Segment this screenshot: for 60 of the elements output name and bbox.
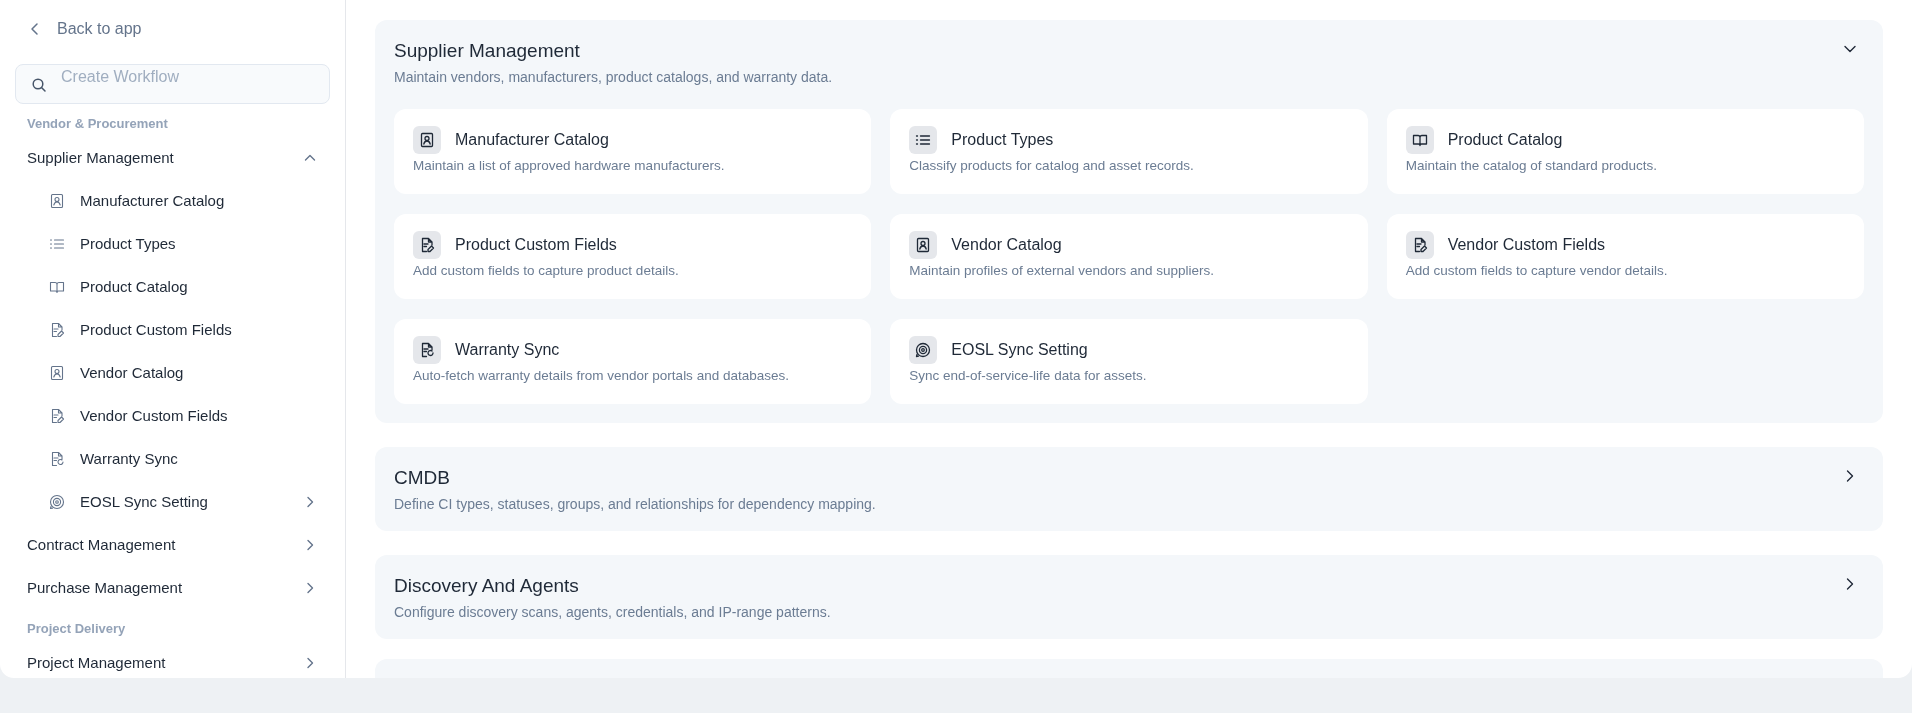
book-icon xyxy=(1405,126,1434,154)
search-field[interactable]: Create Workflow xyxy=(15,64,330,104)
contact-card-icon xyxy=(49,364,65,381)
feature-tile[interactable]: Warranty Sync Auto-fetch warranty details from vendor portals and databases. xyxy=(394,319,872,404)
tile-title: Product Types xyxy=(951,131,1054,149)
nav-subitem[interactable]: Manufacturer Catalog xyxy=(15,179,330,222)
feature-tile[interactable]: Manufacturer Catalog Maintain a list of approved hardware manufacturers. xyxy=(394,109,872,194)
tile-description: Add custom fields to capture vendor details. xyxy=(1405,263,1669,278)
tile-title: Product Catalog xyxy=(1447,131,1563,149)
file-edit-icon xyxy=(49,321,65,338)
tile-description: Add custom fields to capture product details. xyxy=(413,263,680,278)
nav-subitem[interactable]: EOSL Sync Setting xyxy=(15,480,330,523)
contact-card-icon xyxy=(909,231,938,259)
group-heading: Vendor & Procurement xyxy=(26,115,169,133)
tile-title: Product Custom Fields xyxy=(455,236,617,254)
tile-title: Vendor Catalog xyxy=(951,236,1062,254)
section-title: Discovery And Agents xyxy=(394,574,580,598)
file-sync-icon xyxy=(413,336,441,364)
nav-subitem[interactable]: Product Custom Fields xyxy=(15,308,330,351)
feature-tile[interactable]: Product Types Classify products for catalog and asset records. xyxy=(890,109,1368,194)
section-description: Configure discovery scans, agents, credentials, and IP-range patterns. xyxy=(394,604,831,620)
file-edit-icon xyxy=(413,231,441,259)
nav-subitem[interactable]: Product Catalog xyxy=(15,265,330,308)
tile-description: Classify products for catalog and asset records. xyxy=(909,158,1195,173)
feature-tile[interactable]: EOSL Sync Setting Sync end-of-service-life data for assets. xyxy=(890,319,1368,404)
tile-title: Vendor Custom Fields xyxy=(1447,236,1606,254)
tile-title: Manufacturer Catalog xyxy=(455,131,609,149)
section-title: Supplier Management xyxy=(394,39,581,63)
nav-subitem[interactable]: Vendor Catalog xyxy=(15,351,330,394)
tile-title: EOSL Sync Setting xyxy=(951,341,1088,359)
gear-sync-icon xyxy=(909,336,938,364)
list-icon xyxy=(909,126,938,154)
group-heading: Project Delivery xyxy=(26,620,127,638)
tile-description: Maintain profiles of external vendors and suppliers. xyxy=(909,263,1215,278)
nav-item[interactable]: Purchase Management xyxy=(15,566,330,609)
nav-subitem[interactable]: Product Types xyxy=(15,222,330,265)
nav-subitem[interactable]: Warranty Sync xyxy=(15,437,330,480)
tile-description: Maintain a list of approved hardware manufacturers. xyxy=(413,158,726,173)
nav-item[interactable]: Contract Management xyxy=(15,523,330,566)
back-link[interactable]: Back to app xyxy=(15,18,330,40)
file-sync-icon xyxy=(49,450,65,467)
tile-title: Warranty Sync xyxy=(455,341,560,359)
contact-card-icon xyxy=(413,126,441,154)
feature-tile[interactable]: Vendor Catalog Maintain profiles of external vendors and suppliers. xyxy=(890,214,1368,299)
tile-description: Sync end-of-service-life data for assets. xyxy=(909,368,1148,383)
nav-item[interactable]: Supplier Management xyxy=(15,136,330,179)
section-description: Maintain vendors, manufacturers, product catalogs, and warranty data. xyxy=(394,69,833,85)
section-title: CMDB xyxy=(394,466,451,490)
tile-description: Maintain the catalog of standard products. xyxy=(1405,158,1659,173)
file-edit-icon xyxy=(1405,231,1434,259)
feature-tile[interactable]: Vendor Custom Fields Add custom fields to capture vendor details. xyxy=(1386,214,1864,299)
feature-tile[interactable]: Product Catalog Maintain the catalog of standard products. xyxy=(1386,109,1864,194)
file-edit-icon xyxy=(49,407,65,424)
tile-description: Auto-fetch warranty details from vendor portals and databases. xyxy=(413,368,790,383)
nav-item[interactable]: Project Management xyxy=(15,641,330,678)
contact-card-icon xyxy=(49,192,65,209)
section-description: Define CI types, statuses, groups, and relationships for dependency mapping. xyxy=(394,496,876,512)
nav-subitem[interactable]: Vendor Custom Fields xyxy=(15,394,330,437)
feature-tile[interactable]: Product Custom Fields Add custom fields to capture product details. xyxy=(394,214,872,299)
gear-sync-icon xyxy=(49,493,65,510)
